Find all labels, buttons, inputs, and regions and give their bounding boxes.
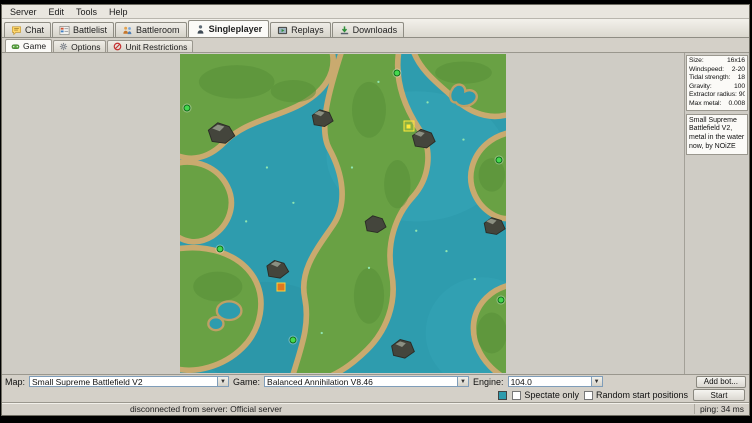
game-combobox-value: Balanced Annihilation V8.46 [265,377,457,387]
tab-chat[interactable]: Chat [4,22,51,37]
start-button[interactable]: Start [693,389,745,401]
random-start-option[interactable]: Random start positions [584,390,688,400]
start-position-marker[interactable] [183,104,190,111]
start-position-marker[interactable] [498,296,505,303]
tab-label: Battleroom [136,25,180,35]
content-area: Size:16x16Windspeed:2-20Tidal strength:1… [2,53,749,374]
random-start-checkbox[interactable] [584,391,593,400]
map-info-value: 2-20 [730,66,745,75]
map-info-panel: Size:16x16Windspeed:2-20Tidal strength:1… [685,53,749,374]
menu-edit[interactable]: Edit [43,6,71,18]
subtab-label: Options [71,42,100,52]
map-info-label: Tidal strength: [689,74,730,83]
options-icon [59,42,68,51]
map-info-row: Tidal strength: 18 [689,74,745,83]
map-info-value: 18 [736,74,745,83]
map-label: Map: [5,377,25,387]
connection-status: disconnected from server: Official serve… [130,404,282,414]
map-canvas [2,53,685,374]
tab-battleroom[interactable]: Battleroom [115,22,187,37]
engine-combobox[interactable]: 104.0 ▼ [508,376,603,387]
map-info-value: 16x16 [725,57,745,66]
tab-battlelist[interactable]: Battlelist [52,22,114,37]
game-icon [11,42,20,51]
map-info-label: Size: [689,57,704,66]
subtab-options[interactable]: Options [53,40,106,52]
spectate-only-label: Spectate only [524,390,579,400]
menu-tools[interactable]: Tools [70,6,103,18]
start-position-marker[interactable] [495,156,502,163]
tab-replays[interactable]: Replays [270,22,331,37]
map-info-label: Extractor radius: [689,91,737,100]
singleplayer-icon [195,24,206,35]
map-combobox[interactable]: Small Supreme Battlefield V2 ▼ [29,376,229,387]
menu-server[interactable]: Server [4,6,43,18]
map-info-row: Gravity: 100 [689,83,745,92]
map-preview[interactable] [180,54,506,373]
engine-label: Engine: [473,377,504,387]
battleroom-icon [122,25,133,36]
replays-icon [277,25,288,36]
chat-icon [11,25,22,36]
tab-label: Singleplayer [209,24,263,34]
chevron-down-icon[interactable]: ▼ [217,377,228,386]
random-start-label: Random start positions [596,390,688,400]
menu-bar: ServerEditToolsHelp [2,5,749,19]
start-options-bar: Spectate only Random start positions Sta… [2,388,749,402]
map-info-label: Max metal: [689,100,721,109]
spectate-only-option[interactable]: Spectate only [512,390,579,400]
map-preview-image [180,54,506,373]
setup-bar: Map: Small Supreme Battlefield V2 ▼ Game… [2,374,749,388]
game-combobox[interactable]: Balanced Annihilation V8.46 ▼ [264,376,469,387]
map-info-value: 100 [732,83,745,92]
menu-help[interactable]: Help [103,6,134,18]
subtab-unit-restrictions[interactable]: Unit Restrictions [107,40,193,52]
chevron-down-icon[interactable]: ▼ [457,377,468,386]
game-label: Game: [233,377,260,387]
status-bar: disconnected from server: Official serve… [2,402,749,415]
selected-position-marker[interactable] [403,121,414,132]
chevron-down-icon[interactable]: ▼ [591,377,602,386]
map-info-value: 90 [737,91,745,100]
engine-combobox-value: 104.0 [509,377,591,387]
map-info-row: Max metal: 0.008 [689,100,745,109]
unit-restrictions-icon [113,42,122,51]
sub-tab-bar: Game Options Unit Restrictions [2,38,749,53]
spectate-only-checkbox[interactable] [512,391,521,400]
map-info-label: Windspeed: [689,66,724,75]
tab-downloads[interactable]: Downloads [332,22,405,37]
map-info-row: Extractor radius:90 [689,91,745,100]
tab-singleplayer[interactable]: Singleplayer [188,20,270,37]
player-color-swatch[interactable] [498,391,507,400]
map-info-value: 0.008 [726,100,745,109]
map-info-row: Size: 16x16 [689,57,745,66]
subtab-label: Game [23,41,46,51]
subtab-label: Unit Restrictions [125,42,187,52]
downloads-icon [339,25,350,36]
add-bot-button[interactable]: Add bot... [696,376,746,388]
ping-status: ping: 34 ms [694,404,744,414]
start-position-marker[interactable] [216,246,223,253]
tab-label: Replays [291,25,324,35]
battlelist-icon [59,25,70,36]
start-position-marker[interactable] [394,70,401,77]
start-position-marker[interactable] [290,337,297,344]
map-info-row: Windspeed: 2-20 [689,66,745,75]
app-window: ServerEditToolsHelp Chat Battlelist Battle… [1,4,750,416]
map-info-label: Gravity: [689,83,712,92]
bot-position-marker[interactable] [277,282,286,291]
map-description: Small Supreme Battlefield V2, metal in t… [686,114,748,155]
map-info-box: Size:16x16Windspeed:2-20Tidal strength:1… [686,55,748,111]
map-combobox-value: Small Supreme Battlefield V2 [30,377,217,387]
main-tab-bar: Chat Battlelist Battleroom Singleplayer Repl… [2,19,749,38]
subtab-game[interactable]: Game [5,39,52,52]
tab-label: Battlelist [73,25,107,35]
tab-label: Chat [25,25,44,35]
tab-label: Downloads [353,25,398,35]
